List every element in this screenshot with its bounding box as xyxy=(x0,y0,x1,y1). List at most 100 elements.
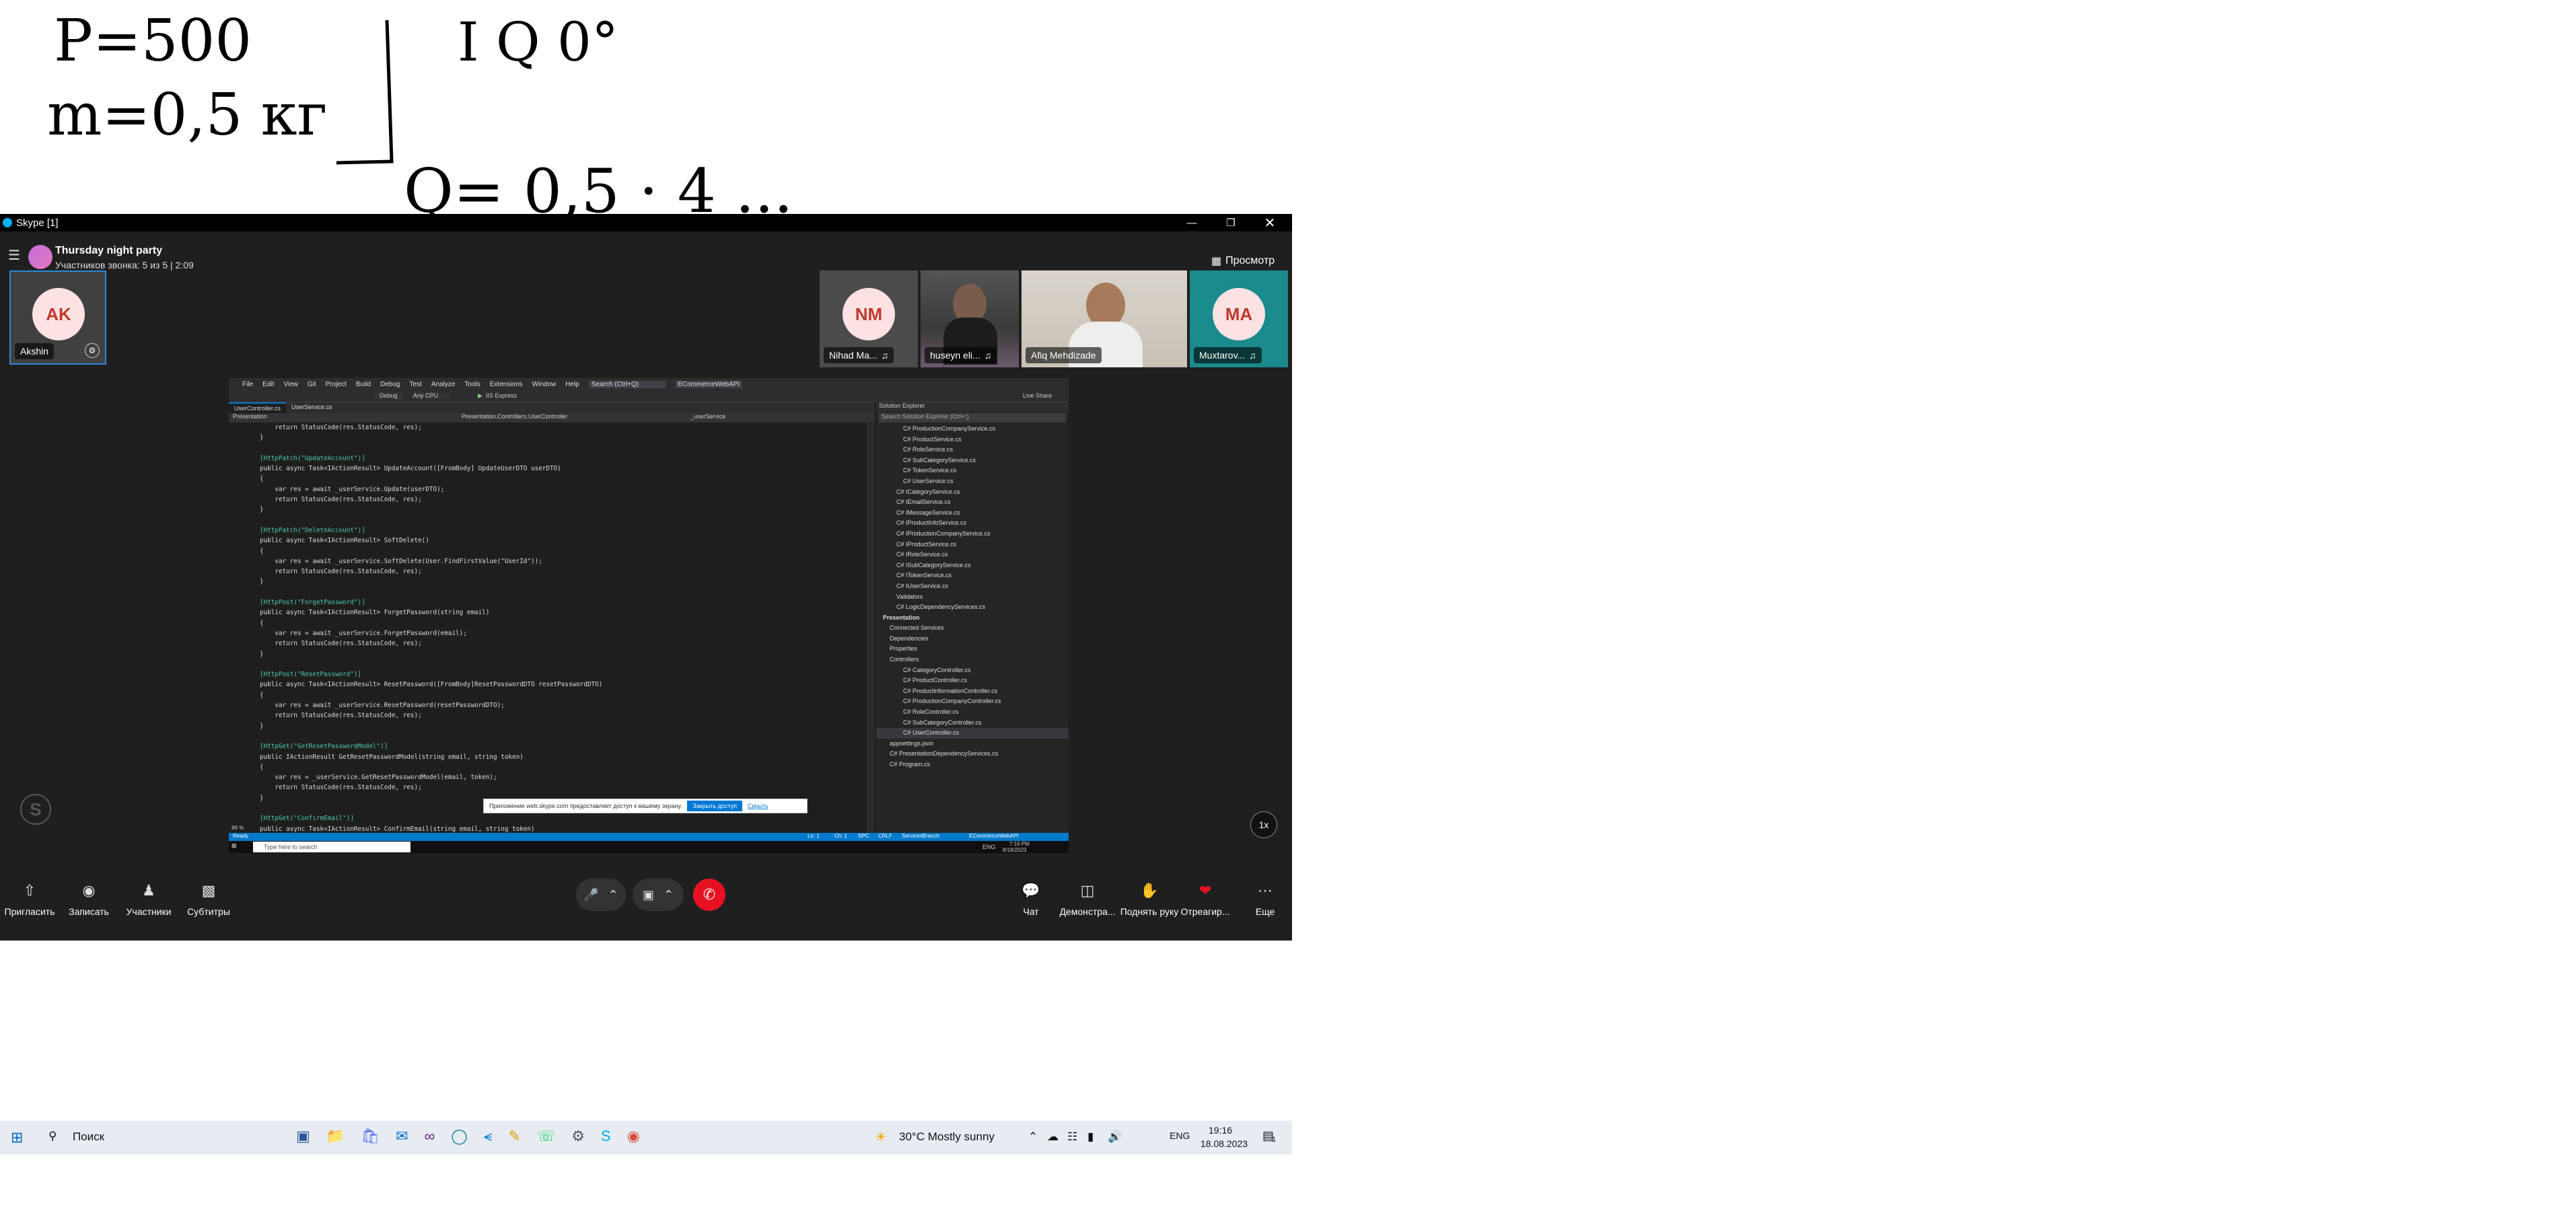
clock-time[interactable]: 19:16 xyxy=(1209,1125,1232,1136)
nav-class[interactable]: Presentation.Controllers.UserController xyxy=(462,413,664,422)
taskbar-search[interactable]: Поиск xyxy=(73,1130,104,1144)
run-button[interactable]: ▶ xyxy=(478,392,482,400)
vscode-icon[interactable]: ⪪ xyxy=(484,1128,492,1145)
file-explorer-icon[interactable]: 📁 xyxy=(326,1128,345,1145)
code-line[interactable]: public async Task<IActionResult> UpdateA… xyxy=(260,464,875,474)
raise-hand-button[interactable]: ✋ Поднять руку xyxy=(1117,858,1182,941)
code-line[interactable]: public IActionResult GetResetPasswordMod… xyxy=(260,752,875,762)
solution-tree-item[interactable]: C# ProductService.cs xyxy=(876,435,1069,445)
code-line[interactable]: return StatusCode(res.StatusCode, res); xyxy=(260,566,875,577)
solution-tree-item[interactable]: C# ProductController.cs xyxy=(876,675,1069,686)
run-target[interactable]: IIS Express xyxy=(486,392,517,399)
config-dropdown[interactable]: Debug xyxy=(374,392,403,399)
code-line[interactable]: var res = await _userService.ResetPasswo… xyxy=(260,700,875,710)
participant-tile[interactable]: huseyn eli... ♫ xyxy=(921,270,1019,367)
tab-usercontroller[interactable]: UserController.cs xyxy=(229,402,287,413)
code-line[interactable]: return StatusCode(res.StatusCode, res); xyxy=(260,710,875,721)
code-line[interactable]: public async Task<IActionResult> ResetPa… xyxy=(260,679,875,690)
react-button[interactable]: ❤ Отреагир... xyxy=(1178,858,1233,941)
vs-menu-item[interactable]: Git xyxy=(308,381,316,388)
code-line[interactable]: } xyxy=(260,505,875,515)
repo-label[interactable]: ECommerceWebAPI xyxy=(969,833,1019,839)
task-view-icon[interactable]: ▣ xyxy=(296,1128,310,1145)
code-line[interactable]: { xyxy=(260,546,875,556)
solution-tree-item[interactable]: C# IMessageService.cs xyxy=(876,508,1069,519)
solution-tree-item[interactable]: C# ICategoryService.cs xyxy=(876,487,1069,498)
volume-icon[interactable]: 🔊 xyxy=(1108,1130,1122,1144)
solution-tree-item[interactable]: C# ProductInformationController.cs xyxy=(876,686,1069,697)
solution-tree-item[interactable]: C# LogicDependencyServices.cs xyxy=(876,602,1069,613)
sticky-notes-icon[interactable]: ✎ xyxy=(508,1128,520,1145)
tab-userservice[interactable]: UserService.cs xyxy=(286,402,338,413)
screen-share-button[interactable]: ◫ Демонстра... xyxy=(1054,858,1121,941)
code-line[interactable]: [HttpPost("ForgetPassword")] xyxy=(260,597,875,608)
solution-tree-item[interactable]: appsettings.json xyxy=(876,739,1069,749)
platform-dropdown[interactable]: Any CPU xyxy=(410,392,451,399)
solution-tree-item[interactable]: C# UserService.cs xyxy=(876,476,1069,487)
clock-date[interactable]: 18.08.2023 xyxy=(1201,1138,1248,1149)
solution-tree-item[interactable]: C# IProductionCompanyService.cs xyxy=(876,529,1069,540)
solution-tree-item[interactable]: Controllers xyxy=(876,655,1069,665)
vs-menu-item[interactable]: Test xyxy=(409,381,421,388)
code-line[interactable]: return StatusCode(res.StatusCode, res); xyxy=(260,782,875,793)
code-line[interactable] xyxy=(260,731,875,741)
vs-menu-item[interactable]: Tools xyxy=(464,381,480,388)
network-icon[interactable]: ☷ xyxy=(1067,1130,1077,1144)
call-title[interactable]: Thursday night party xyxy=(55,245,162,257)
stop-sharing-button[interactable]: Закрыть доступ xyxy=(687,801,742,811)
editor-scrollbar[interactable] xyxy=(867,422,875,833)
vs-menu-item[interactable]: Extensions xyxy=(490,381,523,388)
vs-menu-item[interactable]: Window xyxy=(532,381,557,388)
hang-up-button[interactable]: ✆ xyxy=(693,879,725,911)
code-line[interactable]: } xyxy=(260,649,875,659)
self-tile[interactable]: AK Akshin ⚙ xyxy=(9,270,106,365)
solution-tree-item[interactable]: C# IProductService.cs xyxy=(876,540,1069,550)
minimize-button[interactable]: — xyxy=(1176,214,1207,231)
tray-chevron-icon[interactable]: ⌃ xyxy=(1028,1130,1038,1144)
solution-tree-item[interactable]: C# PresentationDependencyServices.cs xyxy=(876,749,1069,760)
close-button[interactable]: ✕ xyxy=(1254,214,1285,231)
solution-tree-item[interactable]: C# SubCategoryService.cs xyxy=(876,455,1069,466)
vs-menu-item[interactable]: View xyxy=(283,381,298,388)
solution-tree-item[interactable]: C# Program.cs xyxy=(876,760,1069,770)
solution-tree-item[interactable]: C# IProductInfoService.cs xyxy=(876,518,1069,529)
vs-menu-item[interactable]: Debug xyxy=(380,381,400,388)
solution-search-input[interactable]: Search Solution Explorer (Ctrl+;) xyxy=(879,413,1066,422)
onedrive-icon[interactable]: ☁ xyxy=(1047,1130,1059,1144)
code-line[interactable]: var res = await _userService.Update(user… xyxy=(260,484,875,494)
solution-tree-item[interactable]: Connected Services xyxy=(876,623,1069,634)
code-editor[interactable]: return StatusCode(res.StatusCode, res);}… xyxy=(229,422,875,833)
menu-icon[interactable]: ☰ xyxy=(8,249,22,262)
chrome-icon[interactable]: ◉ xyxy=(627,1128,640,1145)
camera-toggle[interactable]: ▣ ⌃ xyxy=(633,879,684,911)
code-line[interactable]: return StatusCode(res.StatusCode, res); xyxy=(260,638,875,649)
subtitles-button[interactable]: ▩ Субтитры xyxy=(180,858,237,941)
code-line[interactable] xyxy=(260,587,875,597)
code-line[interactable]: { xyxy=(260,474,875,484)
code-line[interactable]: } xyxy=(260,721,875,731)
store-icon[interactable]: 🛍 xyxy=(361,1128,380,1145)
vs-menu-item[interactable]: Help xyxy=(565,381,579,388)
chat-button[interactable]: 💬 Чат xyxy=(1009,858,1052,941)
participant-tile[interactable]: MA Muxtarov... ♫ xyxy=(1190,270,1288,367)
code-line[interactable]: var res = _userService.GetResetPasswordM… xyxy=(260,772,875,782)
whatsapp-icon[interactable]: ☏ xyxy=(537,1128,556,1145)
solution-tree-item[interactable]: C# IRoleService.cs xyxy=(876,550,1069,560)
self-options-icon[interactable]: ⚙ xyxy=(85,343,100,358)
app-icon[interactable]: ⚙ xyxy=(571,1128,585,1145)
code-line[interactable]: var res = await _userService.ForgetPassw… xyxy=(260,628,875,638)
code-line[interactable]: public async Task<IActionResult> ForgetP… xyxy=(260,608,875,618)
live-share-button[interactable]: Live Share xyxy=(1023,392,1052,399)
view-button[interactable]: ▦ Просмотр xyxy=(1211,254,1275,268)
more-button[interactable]: ⋯ Еще xyxy=(1238,858,1292,941)
input-language[interactable]: ENG xyxy=(1170,1130,1190,1141)
weather-text[interactable]: 30°C Mostly sunny xyxy=(899,1130,995,1144)
solution-tree-item[interactable]: C# RoleController.cs xyxy=(876,707,1069,718)
solution-tree-item[interactable]: C# RoleService.cs xyxy=(876,445,1069,455)
search-icon[interactable]: ⚲ xyxy=(48,1130,57,1143)
participant-tile[interactable]: Afiq Mehdizade xyxy=(1022,270,1187,367)
solution-tree-item[interactable]: C# IUserService.cs xyxy=(876,581,1069,592)
code-line[interactable]: { xyxy=(260,618,875,628)
code-line[interactable]: { xyxy=(260,690,875,700)
zoom-level[interactable]: 96 % xyxy=(231,825,244,831)
